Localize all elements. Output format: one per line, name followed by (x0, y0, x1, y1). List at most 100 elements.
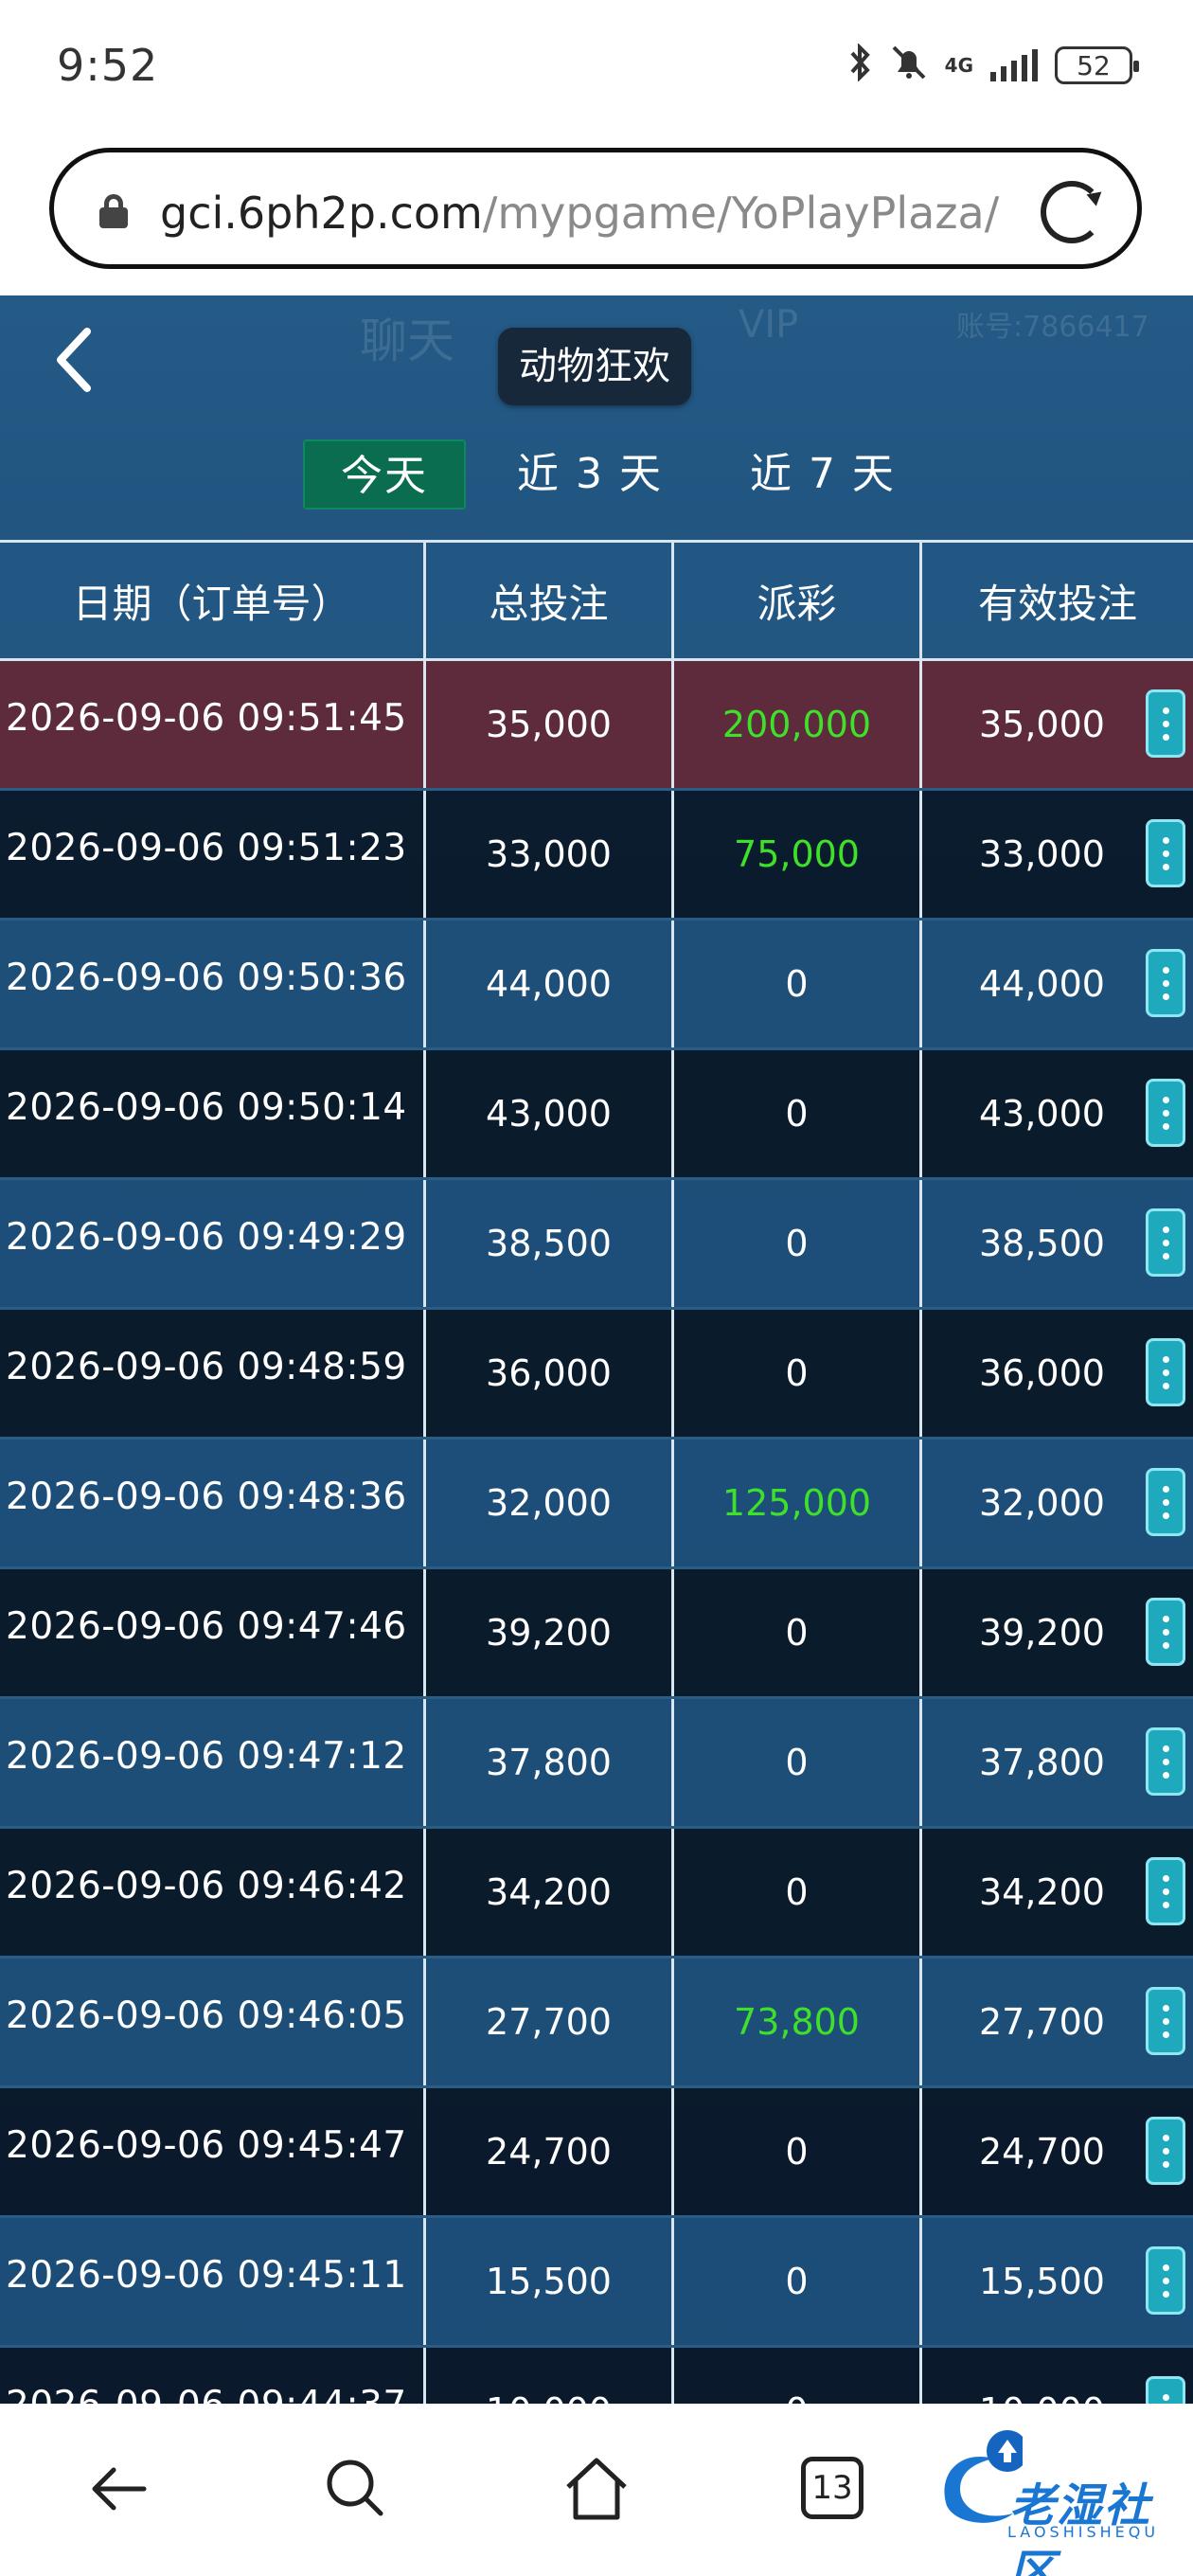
more-dot (1162, 2393, 1169, 2401)
more-dot (1162, 1368, 1169, 1376)
more-options-button[interactable] (1146, 819, 1185, 887)
nav-back-button[interactable] (81, 2451, 157, 2527)
cell-total-bet: 36,000 (426, 1310, 674, 1437)
cell-date: 2026-09-06 09:48:59 (0, 1310, 426, 1437)
cell-payout: 0 (674, 1180, 922, 1307)
more-dot (1162, 733, 1169, 741)
status-icons: 4G 52 (848, 43, 1139, 87)
more-options-button[interactable] (1146, 1079, 1185, 1147)
more-options-button[interactable] (1146, 1338, 1185, 1406)
more-dot (1162, 979, 1169, 987)
more-options-button[interactable] (1146, 1208, 1185, 1277)
table-row: 2026-09-06 09:47:12 37,800 0 37,800 (0, 1699, 1193, 1829)
url-bar[interactable]: gci.6ph2p.com/mypgame/YoPlayPlaza/ (49, 148, 1142, 269)
cell-payout: 125,000 (674, 1440, 922, 1566)
table-row: 2026-09-06 09:47:46 39,200 0 39,200 (0, 1569, 1193, 1699)
watermark-subtext: LAOSHISHEQU (1007, 2523, 1160, 2541)
more-options-button[interactable] (1146, 689, 1185, 758)
more-dot (1162, 2030, 1169, 2038)
more-dot (1162, 1109, 1169, 1117)
cell-total-bet: 15,500 (426, 2218, 674, 2345)
more-dot (1162, 1498, 1169, 1506)
cell-valid-bet: 34,200 (979, 1871, 1105, 1913)
nav-search-button[interactable] (318, 2451, 394, 2527)
table-row: 2026-09-06 09:46:42 34,200 0 34,200 (0, 1829, 1193, 1959)
more-dot (1162, 720, 1169, 727)
tab-7-days[interactable]: 近 7 天 (714, 439, 932, 510)
column-date: 日期（订单号） (0, 543, 426, 658)
more-options-button[interactable] (1146, 1987, 1185, 2055)
more-options-button[interactable] (1146, 1468, 1185, 1536)
more-options-button[interactable] (1146, 949, 1185, 1017)
cell-total-bet: 43,000 (426, 1050, 674, 1177)
more-dot (1162, 1239, 1169, 1246)
more-dot (1162, 1901, 1169, 1908)
more-dot (1162, 966, 1169, 974)
reload-icon[interactable] (1041, 181, 1103, 243)
cell-date: 2026-09-06 09:47:46 (0, 1569, 426, 1696)
cell-date: 2026-09-06 09:51:23 (0, 791, 426, 918)
cell-valid-bet: 24,700 (979, 2131, 1105, 2173)
cell-valid-bet: 38,500 (979, 1223, 1105, 1264)
game-area: 聊天 VIP 账号:7866417 动物狂欢 今天 近 3 天 近 7 天 日期… (0, 295, 1193, 2404)
more-dot (1162, 1887, 1169, 1895)
more-options-button[interactable] (1146, 2246, 1185, 2315)
cell-payout: 0 (674, 1050, 922, 1177)
cell-valid-bet: 35,000 (979, 704, 1105, 745)
cell-date: 2026-09-06 09:46:42 (0, 1829, 426, 1956)
more-options-button[interactable] (1146, 2376, 1185, 2404)
cell-date: 2026-09-06 09:48:36 (0, 1440, 426, 1566)
cell-payout: 0 (674, 2218, 922, 2345)
bg-account-label: 账号:7866417 (956, 311, 1149, 344)
table-body: 2026-09-06 09:51:45 35,000 200,000 35,000 20… (0, 661, 1193, 2404)
cell-total-bet: 37,800 (426, 1699, 674, 1826)
more-dot (1162, 1641, 1169, 1649)
table-row: 2026-09-06 09:51:23 33,000 75,000 33,000 (0, 791, 1193, 921)
tab-3-days[interactable]: 近 3 天 (481, 439, 699, 510)
table-row: 2026-09-06 09:44:3710,000010,000 (0, 2348, 1193, 2404)
url-text[interactable]: gci.6ph2p.com/mypgame/YoPlayPlaza/ (160, 185, 1050, 242)
nav-home-button[interactable] (559, 2451, 634, 2527)
cell-payout: 75,000 (674, 791, 922, 918)
network-type: 4G (944, 54, 973, 77)
more-dot (1162, 1122, 1169, 1130)
more-options-button[interactable] (1146, 1857, 1185, 1925)
cell-valid-bet: 33,000 (979, 833, 1105, 875)
table-row: 2026-09-06 09:50:36 44,000 0 44,000 (0, 921, 1193, 1050)
home-icon (566, 2458, 627, 2520)
bg-chat-label: 聊天 (360, 313, 454, 368)
cell-total-bet: 27,700 (426, 1959, 674, 2085)
more-dot (1162, 707, 1169, 714)
bet-history-table: 日期（订单号） 总投注 派彩 有效投注 2026-09-06 09:51:45 3… (0, 540, 1193, 2404)
cell-valid-bet: 39,200 (979, 1612, 1105, 1654)
cell-date: 2026-09-06 09:50:36 (0, 921, 426, 1047)
cell-total-bet: 10,000 (426, 2348, 674, 2404)
more-dot (1162, 1512, 1169, 1519)
cell-total-bet: 34,200 (426, 1829, 674, 1956)
mute-bell-icon (890, 44, 928, 87)
table-row: 2026-09-06 09:45:11 15,500 0 15,500 (0, 2218, 1193, 2348)
more-dot (1162, 2147, 1169, 2155)
more-dot (1162, 1355, 1169, 1363)
cell-payout: 73,800 (674, 1959, 922, 2085)
cell-total-bet: 32,000 (426, 1440, 674, 1566)
column-valid-bet: 有效投注 (977, 580, 1137, 627)
tab-today[interactable]: 今天 (303, 439, 466, 510)
cell-date: 2026-09-06 09:49:29 (0, 1180, 426, 1307)
cell-payout: 0 (674, 2348, 922, 2404)
more-dot (1162, 2017, 1169, 2025)
more-dot (1162, 850, 1169, 857)
cell-valid-bet: 27,700 (979, 2001, 1105, 2043)
cell-total-bet: 38,500 (426, 1180, 674, 1307)
more-options-button[interactable] (1146, 1727, 1185, 1796)
back-button[interactable] (45, 322, 102, 398)
more-options-button[interactable] (1146, 2117, 1185, 2185)
more-dot (1162, 1874, 1169, 1882)
more-dot (1162, 993, 1169, 1000)
status-bar: 9:52 4G 52 (0, 0, 1193, 133)
date-range-tabs: 今天 近 3 天 近 7 天 (303, 439, 932, 510)
more-dot (1162, 2004, 1169, 2012)
more-options-button[interactable] (1146, 1598, 1185, 1666)
tabs-count-button[interactable]: 13 (801, 2457, 864, 2519)
cell-valid-bet: 32,000 (979, 1482, 1105, 1524)
